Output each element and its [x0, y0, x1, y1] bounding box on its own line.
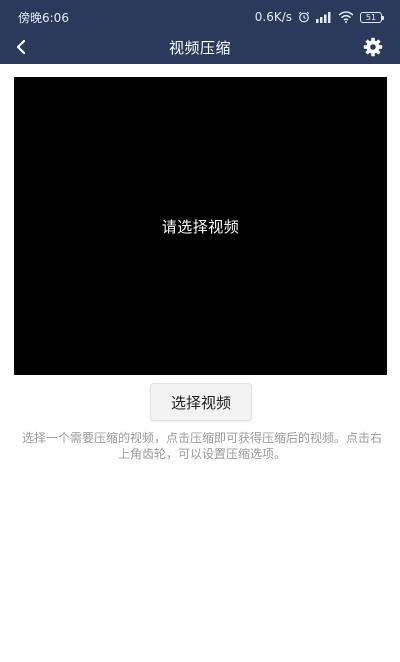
- status-left: 傍晚6:06: [18, 9, 69, 26]
- app-header: 傍晚6:06 0.6K/s 51 视频压缩: [0, 0, 400, 64]
- page-title: 视频压缩: [168, 38, 231, 57]
- network-speed: 0.6K/s: [254, 10, 292, 24]
- back-button[interactable]: [8, 34, 34, 60]
- instructions-text: 选择一个需要压缩的视频，点击压缩即可获得压缩后的视频。点击右上角齿轮，可以设置压…: [21, 431, 382, 461]
- battery-level: 51: [365, 12, 377, 22]
- select-video-button[interactable]: 选择视频: [150, 383, 252, 421]
- gear-icon: [363, 37, 383, 57]
- alarm-icon: [298, 11, 310, 23]
- video-placeholder-text: 请选择视频: [161, 217, 240, 236]
- video-preview[interactable]: 请选择视频: [14, 77, 387, 375]
- status-right: 0.6K/s 51: [254, 10, 384, 24]
- chevron-left-icon: [16, 39, 26, 55]
- battery-icon: 51: [360, 11, 384, 23]
- status-bar: 傍晚6:06 0.6K/s 51: [0, 0, 400, 34]
- nav-bar: 视频压缩: [0, 30, 400, 64]
- settings-button[interactable]: [360, 34, 386, 60]
- signal-icon: [316, 11, 332, 23]
- status-time: 傍晚6:06: [18, 10, 69, 25]
- wifi-icon: [338, 11, 354, 23]
